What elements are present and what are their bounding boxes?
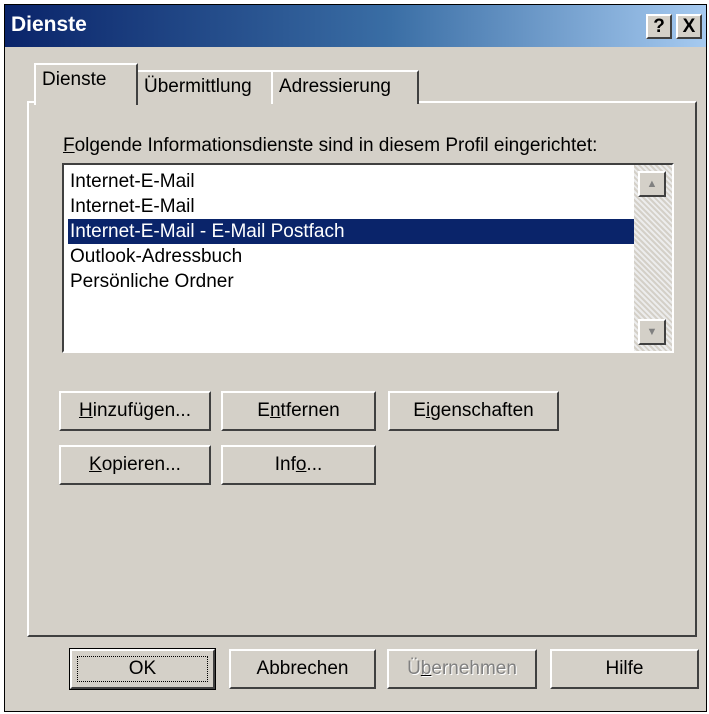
list-item[interactable]: Persönliche Ordner bbox=[68, 269, 636, 294]
tab-dienste[interactable]: Dienste bbox=[34, 63, 138, 105]
services-listbox[interactable]: Internet-E-Mail Internet-E-Mail Internet… bbox=[62, 163, 674, 353]
services-label: Folgende Informationsdienste sind in die… bbox=[63, 135, 598, 156]
list-item-selected[interactable]: Internet-E-Mail - E-Mail Postfach bbox=[68, 219, 636, 244]
info-button[interactable]: Info... bbox=[221, 445, 376, 485]
vertical-scrollbar[interactable]: ▲ ▼ bbox=[634, 165, 672, 351]
scroll-down-icon[interactable]: ▼ bbox=[638, 319, 666, 345]
tab-uebermittlung[interactable]: Übermittlung bbox=[136, 70, 273, 104]
close-title-button[interactable]: X bbox=[676, 14, 702, 39]
cancel-button[interactable]: Abbrechen bbox=[229, 649, 376, 689]
remove-button[interactable]: Entfernen bbox=[221, 391, 376, 431]
help-button[interactable]: Hilfe bbox=[550, 649, 699, 689]
list-item[interactable]: Internet-E-Mail bbox=[68, 194, 636, 219]
window-title: Dienste bbox=[11, 13, 87, 36]
tab-adressierung[interactable]: Adressierung bbox=[271, 70, 419, 104]
properties-button[interactable]: Eigenschaften bbox=[388, 391, 559, 431]
copy-button[interactable]: Kopieren... bbox=[59, 445, 211, 485]
add-button[interactable]: Hinzufügen... bbox=[59, 391, 211, 431]
focus-rectangle bbox=[77, 656, 208, 682]
dienste-dialog: Dienste ? X Dienste Übermittlung Adressi… bbox=[4, 4, 707, 712]
ok-button[interactable]: OK bbox=[69, 648, 216, 690]
list-item[interactable]: Internet-E-Mail bbox=[68, 169, 636, 194]
list-item[interactable]: Outlook-Adressbuch bbox=[68, 244, 636, 269]
title-bar[interactable]: Dienste ? X bbox=[5, 5, 706, 47]
scroll-up-icon[interactable]: ▲ bbox=[638, 171, 666, 197]
help-title-button[interactable]: ? bbox=[646, 14, 672, 39]
services-list: Internet-E-Mail Internet-E-Mail Internet… bbox=[68, 169, 636, 294]
apply-button[interactable]: Übernehmen bbox=[387, 649, 537, 689]
